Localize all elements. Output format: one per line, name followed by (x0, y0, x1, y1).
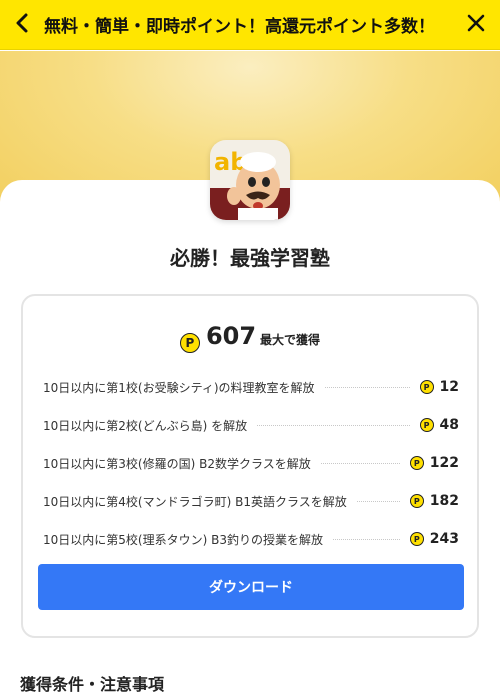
close-icon (467, 14, 485, 36)
dotted-divider (332, 538, 400, 540)
task-reward: P 48 (419, 417, 459, 433)
task-points: 182 (429, 493, 459, 509)
task-reward: P 243 (409, 531, 459, 547)
page-title: 無料・簡単・即時ポイント！高還元ポイント多数！ (44, 17, 435, 37)
download-button[interactable]: ダウンロード (38, 564, 464, 610)
back-button[interactable] (0, 0, 44, 50)
point-coin-icon: P (409, 532, 424, 546)
point-coin-icon: P (419, 380, 434, 394)
task-label: 10日以内に第4校(マンドラゴラ町) B1英語クラスを解放 (43, 494, 347, 509)
app-icon: ab (210, 140, 290, 220)
dotted-divider (257, 424, 410, 426)
task-points: 122 (429, 455, 459, 471)
task-reward: P 12 (419, 379, 459, 395)
task-reward: P 122 (409, 455, 459, 471)
total-points-suffix: 最大で獲得 (260, 333, 321, 347)
reward-card: P 607 最大で獲得 10日以内に第1校(お受験シティ)の料理教室を解放 P … (21, 294, 479, 638)
point-coin-icon: P (419, 418, 434, 432)
conditions-title: 獲得条件・注意事項 (20, 675, 165, 694)
dotted-divider (356, 500, 400, 502)
task-reward: P 182 (409, 493, 459, 509)
task-points: 12 (439, 379, 459, 395)
task-item: 10日以内に第4校(マンドラゴラ町) B1英語クラスを解放 P 182 (43, 482, 459, 520)
task-label: 10日以内に第1校(お受験シティ)の料理教室を解放 (43, 380, 315, 395)
task-item: 10日以内に第2校(どんぶら島) を解放 P 48 (43, 406, 459, 444)
total-points-value: 607 (205, 322, 257, 350)
task-label: 10日以内に第3校(修羅の国) B2数学クラスを解放 (43, 456, 311, 471)
task-label: 10日以内に第5校(理系タウン) B3釣りの授業を解放 (43, 532, 323, 547)
chevron-left-icon (15, 13, 29, 37)
task-list: 10日以内に第1校(お受験シティ)の料理教室を解放 P 12 10日以内に第2校… (43, 368, 459, 558)
task-item: 10日以内に第3校(修羅の国) B2数学クラスを解放 P 122 (43, 444, 459, 482)
app-name: 必勝！最強学習塾 (170, 246, 330, 270)
task-item: 10日以内に第5校(理系タウン) B3釣りの授業を解放 P 243 (43, 520, 459, 558)
task-points: 48 (439, 417, 459, 433)
task-label: 10日以内に第2校(どんぶら島) を解放 (43, 418, 248, 433)
point-coin-icon: P (409, 494, 424, 508)
dotted-divider (324, 386, 410, 388)
task-item: 10日以内に第1校(お受験シティ)の料理教室を解放 P 12 (43, 368, 459, 406)
top-bar: 無料・簡単・即時ポイント！高還元ポイント多数！ (0, 0, 500, 50)
point-coin-icon: P (409, 456, 424, 470)
total-points: P 607 最大で獲得 (23, 322, 477, 353)
dotted-divider (320, 462, 400, 464)
close-button[interactable] (452, 0, 500, 50)
point-coin-icon: P (179, 333, 200, 353)
task-points: 243 (429, 531, 459, 547)
